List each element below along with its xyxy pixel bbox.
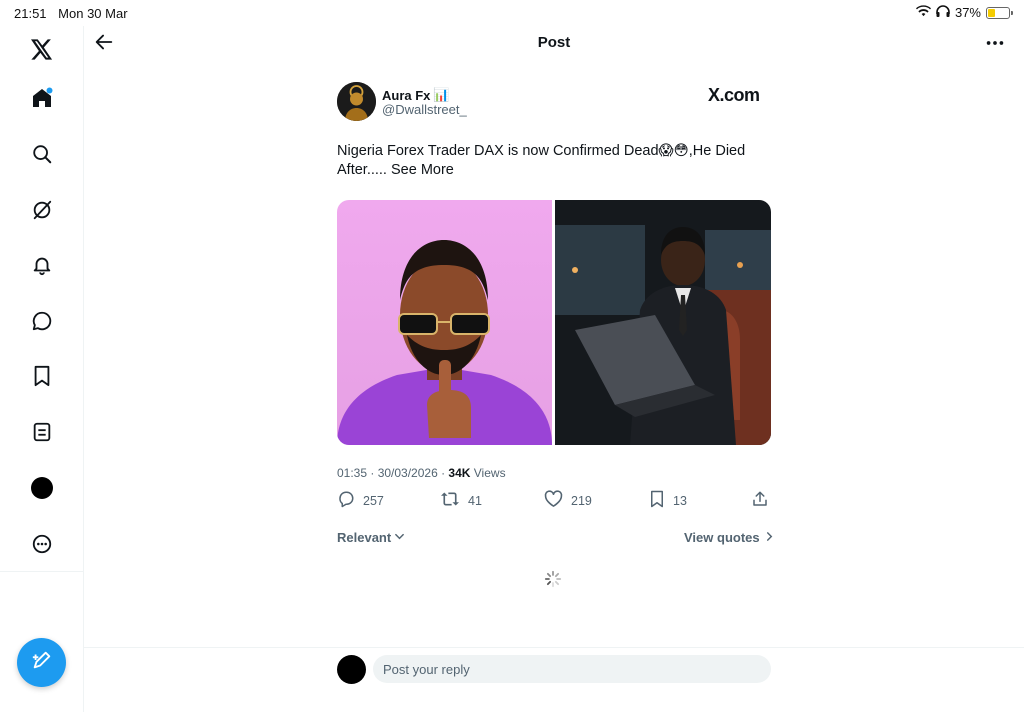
battery-icon bbox=[986, 6, 1013, 19]
wifi-icon bbox=[915, 5, 931, 20]
bookmark-button[interactable]: 13 bbox=[649, 490, 687, 511]
grok-icon[interactable] bbox=[29, 197, 55, 223]
sidebar-divider bbox=[0, 571, 84, 572]
search-icon[interactable] bbox=[29, 141, 55, 167]
headphones-icon bbox=[936, 5, 950, 20]
repost-count: 41 bbox=[468, 493, 482, 508]
media-image-2[interactable] bbox=[555, 200, 771, 445]
views-label: Views bbox=[470, 466, 506, 480]
post-actions: 257 41 219 13 bbox=[337, 490, 771, 514]
compose-button[interactable] bbox=[17, 638, 66, 687]
bell-icon[interactable] bbox=[29, 252, 55, 278]
page-title: Post bbox=[537, 34, 571, 51]
status-time: 21:51 bbox=[14, 6, 47, 21]
share-button[interactable] bbox=[751, 490, 769, 511]
heart-icon bbox=[544, 490, 563, 511]
chevron-down-icon bbox=[394, 530, 405, 545]
more-options-button[interactable] bbox=[984, 33, 1008, 53]
post-media[interactable] bbox=[337, 200, 771, 445]
reply-input[interactable] bbox=[373, 655, 771, 683]
share-icon bbox=[751, 490, 769, 511]
media-image-1[interactable] bbox=[337, 200, 552, 445]
sort-replies-dropdown[interactable]: Relevant bbox=[337, 530, 405, 545]
bookmark-count: 13 bbox=[673, 493, 687, 508]
author-name-text: Aura Fx bbox=[382, 87, 431, 103]
sort-label: Relevant bbox=[337, 530, 392, 545]
profile-avatar[interactable] bbox=[29, 475, 55, 501]
repost-icon bbox=[440, 490, 460, 511]
author-handle[interactable]: @Dwallstreet_ bbox=[382, 102, 467, 117]
author-avatar[interactable] bbox=[337, 82, 376, 121]
post-timestamp[interactable]: 01:35 · 30/03/2026 · bbox=[337, 466, 448, 480]
view-quotes-link[interactable]: View quotes bbox=[684, 530, 774, 545]
status-bar: 21:51 Mon 30 Mar 37% bbox=[0, 0, 1024, 26]
back-button[interactable] bbox=[93, 31, 117, 55]
reply-divider bbox=[84, 647, 1024, 648]
brand-text: X.com bbox=[708, 85, 760, 105]
x-logo-icon[interactable] bbox=[29, 36, 55, 62]
like-button[interactable]: 219 bbox=[544, 490, 592, 511]
chat-bubble-icon[interactable] bbox=[29, 308, 55, 334]
sidebar bbox=[0, 26, 84, 712]
view-quotes-label: View quotes bbox=[684, 530, 760, 545]
loading-spinner-icon bbox=[544, 570, 562, 588]
author-name[interactable]: Aura Fx 📊 bbox=[382, 87, 450, 103]
list-icon[interactable] bbox=[29, 419, 55, 445]
chevron-right-icon bbox=[765, 530, 774, 545]
repost-button[interactable]: 41 bbox=[440, 490, 482, 511]
more-horizontal-icon bbox=[984, 40, 1006, 57]
compose-feather-icon bbox=[31, 649, 53, 676]
reply-button[interactable]: 257 bbox=[337, 490, 384, 511]
battery-fill bbox=[988, 8, 995, 17]
see-more-link[interactable]: See More bbox=[391, 162, 454, 178]
bookmark-icon[interactable] bbox=[29, 363, 55, 389]
post-meta: 01:35 · 30/03/2026 · 34K Views bbox=[337, 466, 506, 480]
arrow-left-icon bbox=[93, 34, 115, 57]
like-count: 219 bbox=[571, 493, 592, 508]
reply-avatar bbox=[337, 655, 366, 684]
bookmark-action-icon bbox=[649, 490, 665, 511]
reply-count: 257 bbox=[363, 493, 384, 508]
views-count: 34K bbox=[448, 466, 471, 480]
home-icon[interactable] bbox=[29, 85, 55, 111]
status-date: Mon 30 Mar bbox=[58, 6, 128, 21]
bar-chart-emoji: 📊 bbox=[433, 87, 450, 102]
battery-percent: 37% bbox=[954, 5, 981, 20]
reply-icon bbox=[337, 490, 355, 511]
post-text: Nigeria Forex Trader DAX is now Confirme… bbox=[337, 142, 767, 180]
more-circle-icon[interactable] bbox=[29, 531, 55, 557]
